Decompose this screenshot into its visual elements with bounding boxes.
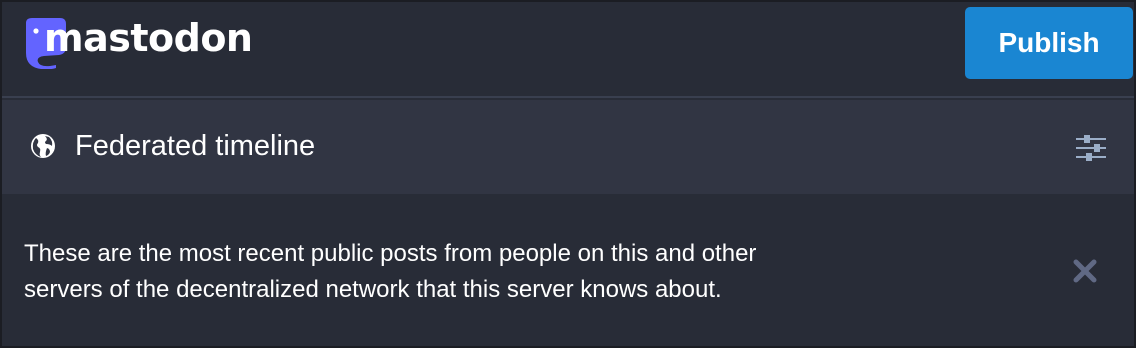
close-icon[interactable] — [1072, 258, 1098, 284]
column-header[interactable]: Federated timeline — [2, 100, 1134, 194]
publish-button[interactable]: Publish — [965, 7, 1133, 79]
explainer-line: servers of the decentralized network tha… — [24, 276, 722, 303]
app-frame: mastodon Publish Federated timeline Thes… — [0, 0, 1136, 348]
logo-wordmark: mastodon — [44, 16, 253, 60]
globe-icon — [31, 134, 55, 158]
timeline-explainer: These are the most recent public posts f… — [2, 194, 1134, 346]
explainer-text: These are the most recent public posts f… — [24, 236, 924, 308]
sliders-icon[interactable] — [1076, 134, 1106, 162]
top-bar: mastodon Publish — [2, 2, 1134, 98]
mastodon-logo[interactable]: mastodon — [22, 17, 253, 73]
explainer-line: These are the most recent public posts f… — [24, 240, 757, 267]
column-title: Federated timeline — [75, 130, 316, 162]
